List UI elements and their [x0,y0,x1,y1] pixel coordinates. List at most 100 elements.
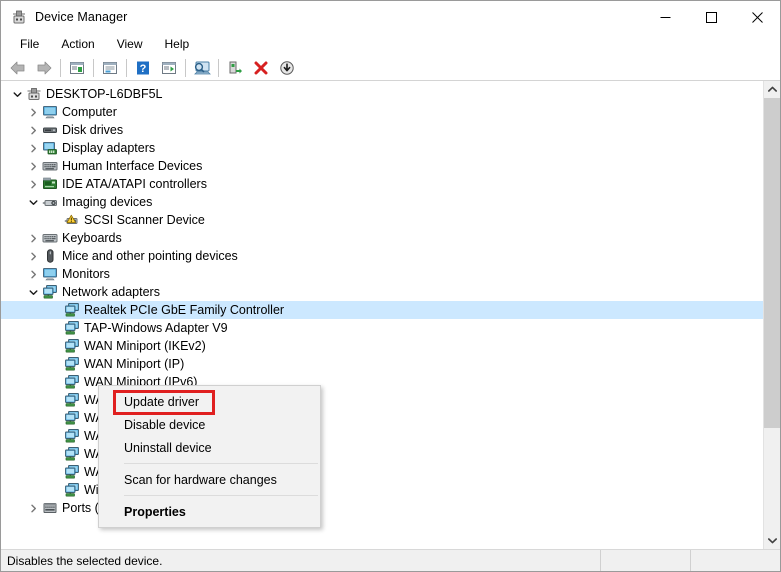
enable-device-icon[interactable] [222,56,248,80]
disk-drive-icon [41,122,59,138]
chevron-right-icon[interactable] [25,230,41,246]
scrollbar-thumb[interactable] [764,98,780,428]
toolbar-separator-3 [126,59,127,77]
network-adapter-icon [63,302,81,318]
context-menu-item-update-driver[interactable]: Update driver [99,390,320,413]
tree-row[interactable]: Disk drives [1,121,763,139]
context-menu-separator-1 [124,463,318,464]
context-menu: Update driver Disable device Uninstall d… [98,385,321,528]
maximize-button[interactable] [688,1,734,33]
context-menu-item-scan-for-hardware-changes[interactable]: Scan for hardware changes [99,468,320,491]
tree-row[interactable]: Display adapters [1,139,763,157]
hid-icon [41,158,59,174]
toolbar: ? [1,55,780,81]
back-icon[interactable] [5,56,31,80]
tree-row-label: Computer [62,105,121,119]
display-adapter-icon [41,140,59,156]
network-adapter-icon [63,410,81,426]
scroll-down-icon[interactable] [764,532,780,549]
mouse-icon [41,248,59,264]
menu-item-action[interactable]: Action [50,34,105,54]
disable-device-icon[interactable] [274,56,300,80]
network-adapter-icon [63,464,81,480]
update-driver-icon[interactable] [156,56,182,80]
tree-row[interactable]: Imaging devices [1,193,763,211]
forward-icon[interactable] [31,56,57,80]
uninstall-device-icon[interactable] [248,56,274,80]
scroll-up-icon[interactable] [764,81,780,98]
device-manager-window: Device Manager File Action View Help [0,0,781,572]
chevron-right-icon[interactable] [25,158,41,174]
window-controls [642,1,780,33]
network-adapter-icon [41,284,59,300]
chevron-right-icon[interactable] [25,500,41,516]
tree-row[interactable]: SCSI Scanner Device [1,211,763,229]
scrollbar-track[interactable] [764,98,780,532]
minimize-button[interactable] [642,1,688,33]
network-adapter-icon [63,482,81,498]
computer-icon [41,104,59,120]
tree-row-label: Human Interface Devices [62,159,206,173]
status-bar: Disables the selected device. [1,549,780,571]
tree-row[interactable]: Monitors [1,265,763,283]
show-hide-console-tree-icon[interactable] [64,56,90,80]
tree-row[interactable]: WAN Miniport (IP) [1,355,763,373]
tree-row-label: Imaging devices [62,195,156,209]
context-menu-separator-2 [124,495,318,496]
tree-row[interactable]: Mice and other pointing devices [1,247,763,265]
imaging-device-icon [41,194,59,210]
computer-root-icon [25,86,43,102]
tree-row-label: IDE ATA/ATAPI controllers [62,177,211,191]
device-manager-icon [11,9,27,25]
chevron-right-icon[interactable] [25,140,41,156]
tree-row[interactable]: WAN Miniport (IKEv2) [1,337,763,355]
chevron-right-icon[interactable] [25,266,41,282]
status-section-2 [600,550,690,571]
chevron-right-icon[interactable] [25,122,41,138]
context-menu-item-disable-device[interactable]: Disable device [99,413,320,436]
tree-row[interactable]: TAP-Windows Adapter V9 [1,319,763,337]
chevron-right-icon[interactable] [25,248,41,264]
tree-row-label: Display adapters [62,141,159,155]
network-adapter-icon [63,356,81,372]
tree-row-label: Disk drives [62,123,127,137]
chevron-right-icon[interactable] [25,176,41,192]
close-button[interactable] [734,1,780,33]
tree-row[interactable]: DESKTOP-L6DBF5L [1,85,763,103]
network-adapter-icon [63,374,81,390]
chevron-down-icon[interactable] [25,284,41,300]
tree-row-label: Realtek PCIe GbE Family Controller [84,303,288,317]
status-message: Disables the selected device. [1,554,600,568]
menu-item-help[interactable]: Help [154,34,201,54]
context-menu-item-properties[interactable]: Properties [99,500,320,523]
ide-controller-icon [41,176,59,192]
menu-item-file[interactable]: File [9,34,50,54]
chevron-down-icon[interactable] [25,194,41,210]
tree-row[interactable]: Network adapters [1,283,763,301]
tree-row-label: Network adapters [62,285,164,299]
menu-bar: File Action View Help [1,33,780,55]
tree-row[interactable]: Human Interface Devices [1,157,763,175]
vertical-scrollbar[interactable] [763,81,780,549]
toolbar-separator-1 [60,59,61,77]
context-menu-item-uninstall-device[interactable]: Uninstall device [99,436,320,459]
toolbar-separator-4 [185,59,186,77]
tree-row[interactable]: Computer [1,103,763,121]
menu-item-view[interactable]: View [106,34,154,54]
properties-icon[interactable] [97,56,123,80]
tree-row-label: WAN Miniport (IP) [84,357,188,371]
monitor-icon [41,266,59,282]
tree-row[interactable]: Realtek PCIe GbE Family Controller [1,301,763,319]
chevron-right-icon[interactable] [25,104,41,120]
tree-row[interactable]: Keyboards [1,229,763,247]
help-icon[interactable]: ? [130,56,156,80]
scanner-warning-icon [63,212,81,228]
network-adapter-icon [63,428,81,444]
tree-row[interactable]: IDE ATA/ATAPI controllers [1,175,763,193]
ports-icon [41,500,59,516]
toolbar-separator-2 [93,59,94,77]
chevron-down-icon[interactable] [9,86,25,102]
tree-row-label: TAP-Windows Adapter V9 [84,321,232,335]
scan-for-hardware-changes-icon[interactable] [189,56,215,80]
tree-row-label: WAN Miniport (IKEv2) [84,339,210,353]
